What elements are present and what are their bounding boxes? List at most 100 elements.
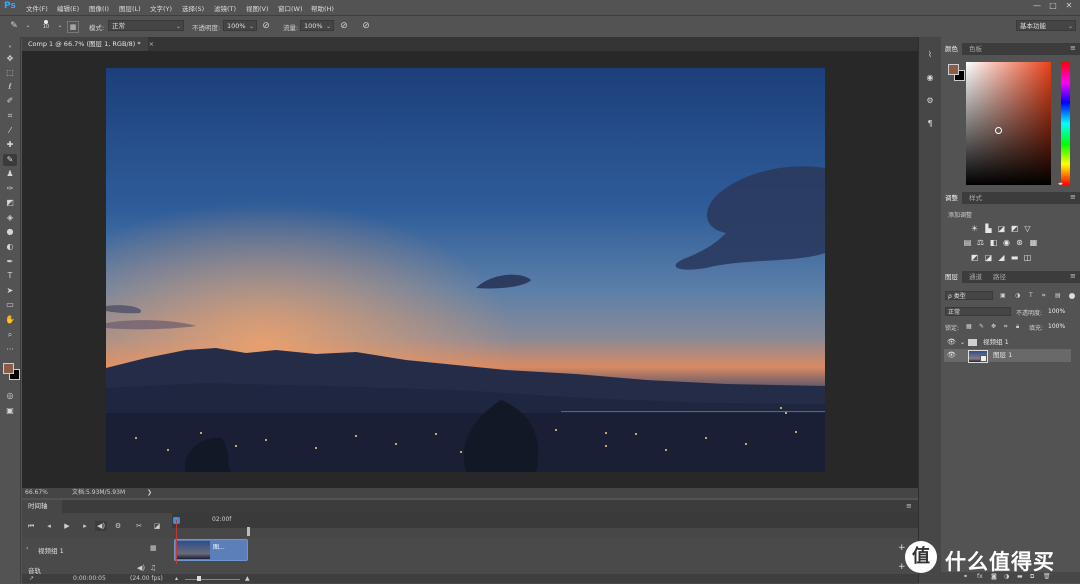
quick-mask-icon[interactable]: ◎: [3, 390, 17, 402]
eraser-tool-icon[interactable]: ◩: [3, 197, 17, 209]
pen-tool-icon[interactable]: ✒: [3, 256, 17, 268]
panel-menu-icon[interactable]: ≡: [1070, 272, 1076, 280]
tab-layers[interactable]: 图层: [941, 271, 962, 283]
pressure-size-icon[interactable]: ⊘: [360, 20, 372, 32]
blur-tool-icon[interactable]: ●: [3, 226, 17, 238]
marquee-tool-icon[interactable]: ⬚: [3, 67, 17, 79]
render-video-icon[interactable]: ↗: [29, 575, 34, 582]
tab-swatches[interactable]: 色板: [965, 43, 986, 55]
lock-image-icon[interactable]: ✎: [979, 323, 984, 330]
workspace-select[interactable]: 基本功能 ⌄: [1016, 20, 1076, 31]
zoom-tool-icon[interactable]: ⌕: [3, 329, 17, 341]
quick-select-tool-icon[interactable]: ✐: [3, 95, 17, 107]
invert-icon[interactable]: ◩: [970, 253, 979, 262]
opacity-input[interactable]: 100% ⌄: [223, 20, 257, 31]
filter-pixel-icon[interactable]: ▣: [1000, 292, 1006, 299]
foreground-color-swatch[interactable]: [3, 363, 14, 374]
tab-paths[interactable]: 路径: [989, 271, 1010, 283]
filter-shape-icon[interactable]: ⌗: [1042, 292, 1045, 300]
gradient-map-icon[interactable]: ▬: [1010, 253, 1019, 262]
minimize-button[interactable]: —: [1030, 1, 1044, 11]
mode-select[interactable]: 正常 ⌄: [108, 20, 184, 31]
flow-input[interactable]: 100% ⌄: [300, 20, 334, 31]
video-clip[interactable]: 图...: [174, 539, 248, 561]
menu-file[interactable]: 文件(F): [26, 3, 48, 13]
hue-slider[interactable]: [1061, 62, 1070, 185]
layer-filter-select[interactable]: ρ 类型: [945, 291, 993, 300]
channel-mixer-icon[interactable]: ⊛: [1015, 238, 1024, 247]
eyedropper-tool-icon[interactable]: ⁄: [3, 125, 17, 137]
next-frame-icon[interactable]: ▸: [79, 521, 91, 531]
menu-edit[interactable]: 编辑(E): [57, 3, 79, 13]
filter-type-icon[interactable]: T: [1029, 292, 1033, 299]
menu-layer[interactable]: 图层(L): [119, 3, 141, 13]
more-tools-icon[interactable]: ···: [3, 344, 17, 356]
rectangle-tool-icon[interactable]: ▭: [3, 299, 17, 311]
timeline-tab[interactable]: 时间轴: [22, 500, 62, 513]
history-panel-icon[interactable]: ⌇: [923, 49, 937, 61]
color-picker-cursor[interactable]: [995, 127, 1002, 134]
layer-opacity-value[interactable]: 100%: [1048, 308, 1065, 315]
tab-channels[interactable]: 通道: [965, 271, 986, 283]
filter-adjustment-icon[interactable]: ◑: [1015, 292, 1020, 299]
black-white-icon[interactable]: ◧: [989, 238, 998, 247]
visibility-eye-icon[interactable]: 👁︎: [947, 336, 956, 349]
exposure-icon[interactable]: ◩: [1010, 224, 1019, 233]
audio-toggle-icon[interactable]: ◀): [95, 521, 107, 531]
menu-help[interactable]: 帮助(H): [311, 3, 334, 13]
fill-value[interactable]: 100%: [1048, 323, 1065, 330]
lasso-tool-icon[interactable]: ℓ: [3, 81, 17, 93]
brush-tool-icon[interactable]: ✎: [3, 154, 17, 166]
expand-group-icon[interactable]: ⌄: [960, 336, 965, 349]
lock-transparent-icon[interactable]: ▦: [966, 323, 972, 330]
threshold-icon[interactable]: ◢: [997, 253, 1006, 262]
menu-view[interactable]: 视图(V): [246, 3, 269, 13]
menu-image[interactable]: 图像(I): [89, 3, 109, 13]
paint-bucket-tool-icon[interactable]: ◈: [3, 212, 17, 224]
close-button[interactable]: ✕: [1062, 1, 1076, 11]
play-icon[interactable]: ▶: [61, 521, 73, 531]
hue-slider-thumb[interactable]: ◂▸: [1058, 181, 1063, 187]
character-panel-icon[interactable]: ◉: [923, 72, 937, 84]
color-picker-field[interactable]: [966, 62, 1051, 185]
photo-filter-icon[interactable]: ◉: [1002, 238, 1011, 247]
zoom-slider-thumb[interactable]: [197, 576, 201, 581]
transition-icon[interactable]: ◪: [151, 521, 163, 531]
brush-tool-icon[interactable]: ✎: [8, 20, 20, 32]
prev-frame-icon[interactable]: ◂: [43, 521, 55, 531]
layer-row-group[interactable]: 👁︎ ⌄ 视频组 1: [944, 336, 1071, 349]
layer-row-layer1[interactable]: 👁︎ 图层 1: [944, 349, 1071, 363]
document-tab[interactable]: Comp 1 @ 66.7% (图层 1, RGB/8) * ×: [22, 37, 154, 51]
panel-menu-icon[interactable]: ≡: [906, 502, 912, 510]
properties-panel-icon[interactable]: ⚙: [923, 95, 937, 107]
foreground-swatch[interactable]: [948, 64, 959, 75]
levels-icon[interactable]: ▙: [984, 224, 993, 233]
posterize-icon[interactable]: ◪: [984, 253, 993, 262]
maximize-button[interactable]: □: [1046, 1, 1060, 11]
hand-tool-icon[interactable]: ✋: [3, 314, 17, 326]
clone-stamp-tool-icon[interactable]: ♟: [3, 168, 17, 180]
lock-position-icon[interactable]: ✥: [991, 323, 996, 330]
color-balance-icon[interactable]: ⚖: [976, 238, 985, 247]
blend-mode-select[interactable]: 正常: [945, 307, 1011, 316]
panel-menu-icon[interactable]: ≡: [1070, 193, 1076, 201]
lock-artboard-icon[interactable]: ⌗: [1004, 323, 1007, 331]
visibility-eye-icon[interactable]: 👁︎: [947, 349, 956, 362]
timeline-ruler[interactable]: 02:00f: [172, 513, 918, 528]
screen-mode-icon[interactable]: ▣: [3, 405, 17, 417]
brush-preset-picker[interactable]: 10: [40, 18, 52, 34]
image-canvas[interactable]: [106, 68, 825, 472]
zoom-level[interactable]: 66.67%: [25, 488, 48, 498]
brush-panel-icon[interactable]: ▦: [67, 21, 79, 33]
tab-adjustments[interactable]: 调整: [941, 192, 962, 204]
crop-tool-icon[interactable]: ⌗: [3, 110, 17, 122]
vibrance-icon[interactable]: ▽: [1023, 224, 1032, 233]
lock-all-icon[interactable]: 🔒︎: [1016, 323, 1019, 331]
chevron-down-icon[interactable]: ⌄: [54, 20, 66, 32]
first-frame-icon[interactable]: ⏮: [25, 521, 37, 531]
expand-track-icon[interactable]: ›: [26, 545, 28, 552]
menu-filter[interactable]: 滤镜(T): [214, 3, 236, 13]
audio-volume-icon[interactable]: ◀): [137, 564, 145, 572]
hue-saturation-icon[interactable]: ▤: [963, 238, 972, 247]
paragraph-panel-icon[interactable]: ¶: [923, 118, 937, 130]
